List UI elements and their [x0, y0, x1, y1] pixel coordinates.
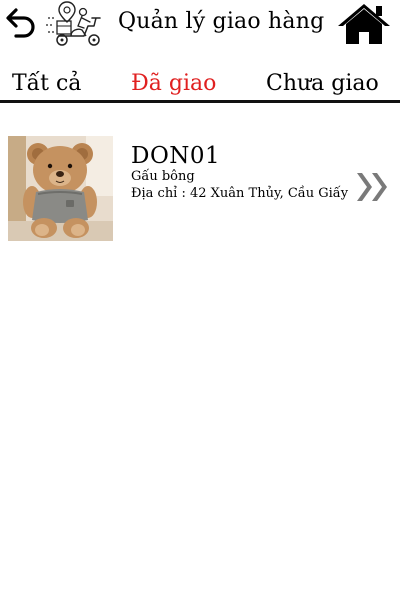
order-product-name: Gấu bông: [131, 169, 195, 184]
home-icon[interactable]: [336, 2, 392, 46]
back-arrow-icon[interactable]: [4, 6, 40, 38]
tab-pending[interactable]: Chưa giao: [266, 70, 379, 98]
tab-delivered[interactable]: Đã giao: [131, 70, 216, 98]
tab-all[interactable]: Tất cả: [12, 70, 81, 98]
order-address: Địa chỉ : 42 Xuân Thủy, Cầu Giấy: [131, 186, 349, 201]
filter-tabs: Tất cả Đã giao Chưa giao: [0, 68, 400, 102]
order-code: DON01: [131, 143, 221, 169]
page-title: Quản lý giao hàng: [118, 9, 325, 34]
double-chevron-right-icon[interactable]: [354, 170, 392, 204]
tabs-divider: [0, 100, 400, 103]
order-list-item[interactable]: DON01 Gấu bông Địa chỉ : 42 Xuân Thủy, C…: [0, 134, 400, 244]
product-thumbnail: [8, 136, 113, 241]
app-header: Quản lý giao hàng: [0, 0, 400, 50]
delivery-scooter-icon: [46, 1, 101, 46]
teddy-bear-image: [8, 136, 113, 241]
